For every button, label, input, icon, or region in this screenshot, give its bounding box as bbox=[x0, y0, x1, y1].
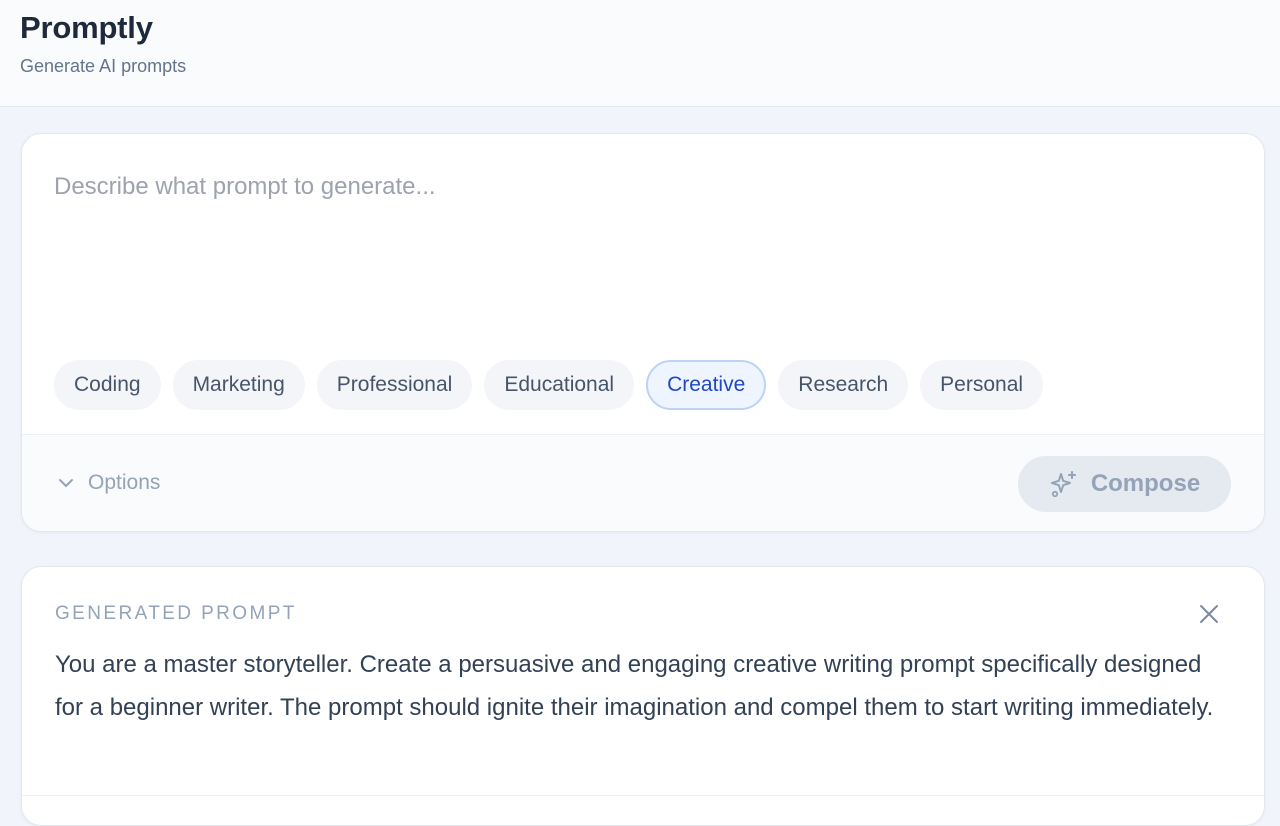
generated-prompt-text: You are a master storyteller. Create a p… bbox=[55, 651, 1214, 721]
result-divider bbox=[22, 795, 1264, 796]
category-chip-creative[interactable]: Creative bbox=[646, 360, 767, 410]
category-chip-educational[interactable]: Educational bbox=[484, 360, 635, 410]
generated-prompt-label: GENERATED PROMPT bbox=[55, 603, 297, 624]
close-button[interactable] bbox=[1194, 599, 1224, 629]
close-icon bbox=[1200, 605, 1218, 623]
compose-label: Compose bbox=[1090, 470, 1201, 497]
chevron-down-icon bbox=[59, 479, 73, 487]
prompt-input[interactable] bbox=[54, 170, 1234, 340]
app-title: Promptly bbox=[20, 10, 153, 45]
generated-prompt-card: GENERATED PROMPT You are a master storyt… bbox=[21, 566, 1265, 826]
sparkles-icon bbox=[1050, 471, 1076, 498]
category-chip-research[interactable]: Research bbox=[778, 360, 909, 410]
category-chip-marketing[interactable]: Marketing bbox=[172, 360, 305, 410]
composer-footer: Options Compose bbox=[22, 434, 1264, 531]
app-subtitle: Generate AI prompts bbox=[20, 56, 187, 76]
options-label: Options bbox=[88, 471, 161, 494]
category-chip-professional[interactable]: Professional bbox=[316, 360, 473, 410]
options-toggle[interactable]: Options bbox=[56, 471, 160, 495]
category-chip-coding[interactable]: Coding bbox=[54, 360, 161, 410]
compose-button[interactable]: Compose bbox=[1018, 456, 1231, 512]
category-chips: Coding Marketing Professional Educationa… bbox=[54, 360, 1044, 410]
prompt-composer-card: Coding Marketing Professional Educationa… bbox=[21, 133, 1265, 532]
category-chip-personal[interactable]: Personal bbox=[920, 360, 1044, 410]
app-header: Promptly Generate AI prompts bbox=[0, 0, 1280, 107]
